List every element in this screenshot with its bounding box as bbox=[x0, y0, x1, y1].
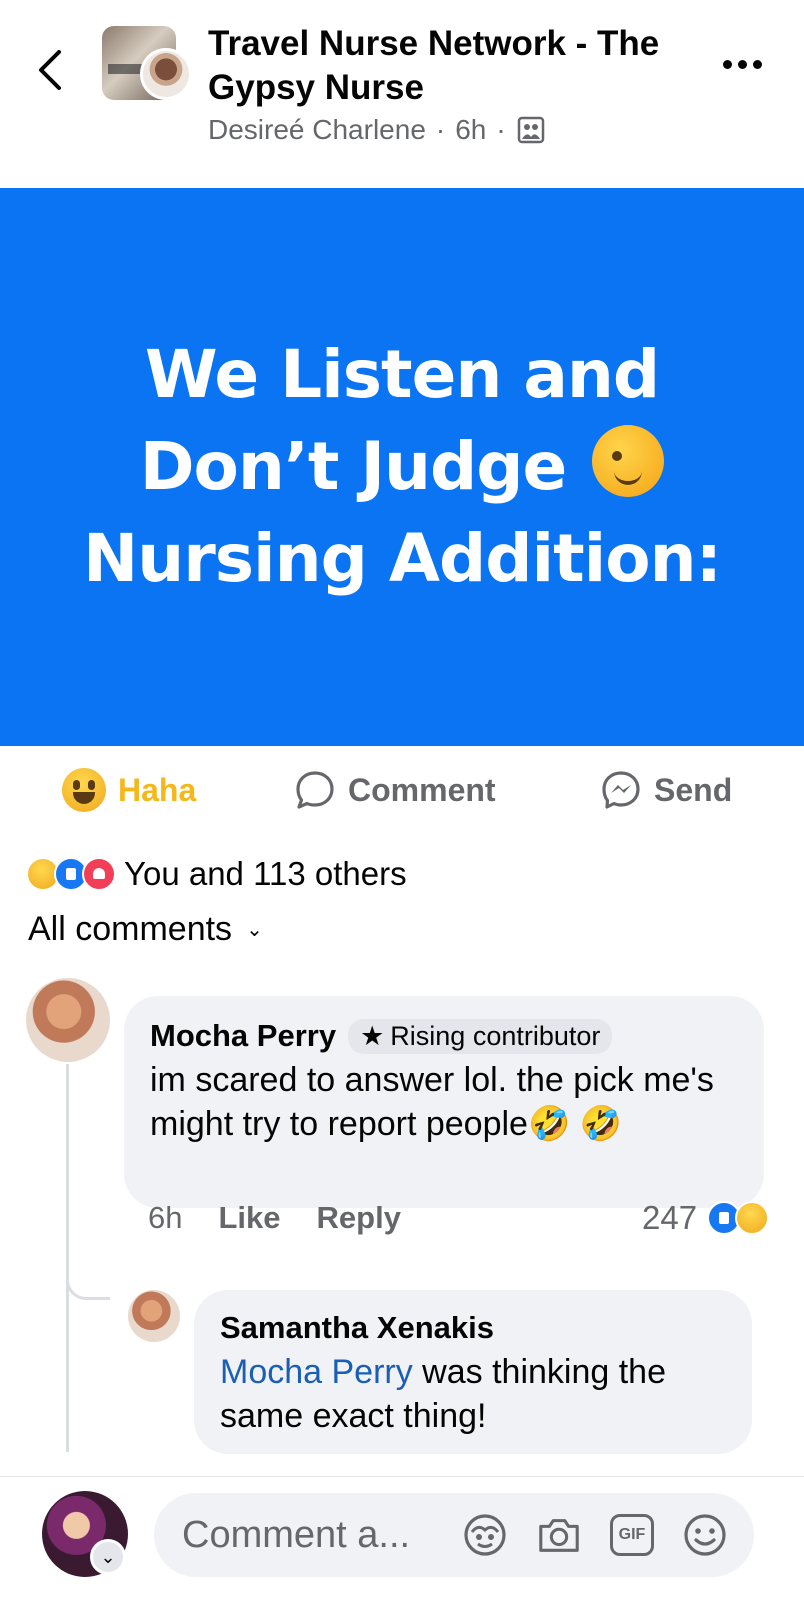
reply-mention-link[interactable]: Mocha Perry bbox=[220, 1353, 413, 1391]
comment-reaction-icons bbox=[707, 1201, 770, 1235]
more-dot bbox=[723, 60, 732, 69]
reply-bubble[interactable]: Samantha Xenakis Mocha Perry was thinkin… bbox=[194, 1290, 752, 1454]
messenger-icon bbox=[602, 771, 640, 809]
reply-author-avatar[interactable] bbox=[128, 1290, 180, 1342]
reactions-summary[interactable]: You and 113 others bbox=[26, 852, 407, 896]
post-text: We Listen and Don’t Judge Nursing Additi… bbox=[83, 329, 722, 605]
emoji-icon[interactable] bbox=[682, 1512, 728, 1558]
badge-label: Rising contributor bbox=[390, 1020, 601, 1051]
comment-time[interactable]: 6h bbox=[148, 1200, 182, 1236]
chevron-left-icon bbox=[39, 50, 61, 90]
love-reaction-icon bbox=[82, 857, 116, 891]
composer-icons: GIF bbox=[462, 1512, 728, 1558]
thread-line bbox=[66, 1064, 69, 1452]
post-time[interactable]: 6h bbox=[455, 114, 486, 146]
comment-placeholder: Comment a... bbox=[182, 1513, 411, 1556]
post-banner[interactable]: We Listen and Don’t Judge Nursing Additi… bbox=[0, 188, 804, 746]
contributor-badge[interactable]: ★ Rising contributor bbox=[348, 1018, 613, 1054]
camera-icon[interactable] bbox=[536, 1512, 582, 1558]
comment-bubble[interactable]: Mocha Perry ★ Rising contributor im scar… bbox=[124, 996, 764, 1208]
comment-label: Comment bbox=[348, 771, 496, 808]
comment-filter-dropdown[interactable]: All comments ⌄ bbox=[28, 910, 263, 949]
group-avatar[interactable] bbox=[102, 26, 192, 102]
meta-separator: · bbox=[435, 114, 446, 145]
thread-connector bbox=[66, 1260, 110, 1300]
reaction-button[interactable]: Haha bbox=[62, 760, 196, 820]
post-line: We Listen and bbox=[144, 336, 660, 413]
commenter-avatar[interactable] bbox=[26, 978, 110, 1062]
comment-input[interactable]: Comment a... GIF bbox=[154, 1493, 754, 1577]
meta-separator: · bbox=[496, 114, 506, 145]
post-meta: Desireé Charlene · 6h · bbox=[208, 114, 546, 146]
haha-reaction-icon bbox=[735, 1201, 770, 1235]
comment-composer: ⌄ Comment a... GIF bbox=[0, 1476, 804, 1600]
post-line-with-emoji: Don’t Judge bbox=[83, 421, 721, 513]
comment-reaction-count: 247 bbox=[642, 1199, 698, 1236]
group-title[interactable]: Travel Nurse Network - The Gypsy Nurse bbox=[208, 22, 678, 110]
reply-author-row: Samantha Xenakis bbox=[220, 1310, 726, 1346]
comment-actions: 6h Like Reply bbox=[148, 1196, 437, 1240]
star-icon: ★ bbox=[360, 1020, 385, 1051]
comment-author-row: Mocha Perry ★ Rising contributor bbox=[150, 1018, 738, 1054]
comment-reactions[interactable]: 247 bbox=[642, 1196, 777, 1240]
comment-like-button[interactable]: Like bbox=[218, 1200, 280, 1236]
send-button[interactable]: Send bbox=[600, 760, 732, 820]
more-dot bbox=[753, 60, 762, 69]
haha-emoji-icon bbox=[62, 768, 106, 812]
avatar-sticker-icon[interactable] bbox=[462, 1512, 508, 1558]
comment-text: im scared to answer lol. the pick me's m… bbox=[150, 1061, 714, 1143]
author-avatar bbox=[140, 48, 192, 100]
reaction-icons bbox=[26, 857, 116, 891]
chevron-down-icon[interactable]: ⌄ bbox=[90, 1539, 126, 1575]
comment-filter-label: All comments bbox=[28, 910, 233, 948]
comment-button[interactable]: Comment bbox=[294, 760, 496, 820]
post-line: Nursing Addition: bbox=[83, 520, 722, 597]
comment-bubble-icon bbox=[296, 771, 334, 809]
more-options-button[interactable] bbox=[723, 60, 762, 69]
comment-reply-button[interactable]: Reply bbox=[317, 1200, 401, 1236]
gif-icon[interactable]: GIF bbox=[610, 1514, 654, 1556]
reply-author[interactable]: Samantha Xenakis bbox=[220, 1310, 494, 1346]
more-dot bbox=[738, 60, 747, 69]
post-line: Don’t Judge bbox=[139, 428, 568, 505]
wink-emoji-icon bbox=[592, 425, 665, 497]
reactions-count-text: You and 113 others bbox=[124, 855, 407, 892]
back-button[interactable] bbox=[30, 40, 70, 100]
post-action-bar: Haha Comment Send bbox=[0, 760, 804, 820]
chevron-down-icon: ⌄ bbox=[246, 919, 263, 941]
comment-author[interactable]: Mocha Perry bbox=[150, 1018, 336, 1054]
post-header: Travel Nurse Network - The Gypsy Nurse D… bbox=[0, 0, 804, 188]
reaction-label: Haha bbox=[118, 771, 197, 808]
group-audience-icon bbox=[517, 116, 544, 144]
reply-text: Mocha Perry was thinking the same exact … bbox=[220, 1350, 726, 1438]
send-label: Send bbox=[654, 771, 733, 808]
author-name[interactable]: Desireé Charlene bbox=[208, 114, 426, 146]
